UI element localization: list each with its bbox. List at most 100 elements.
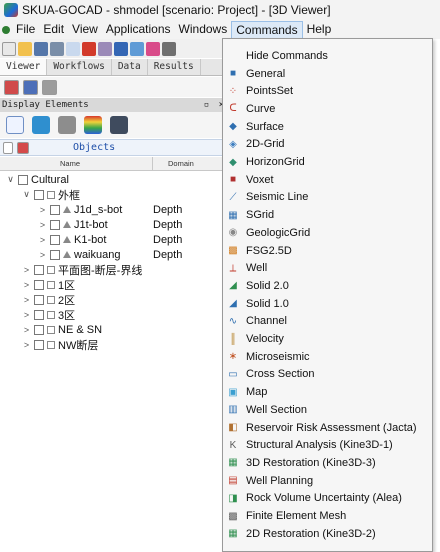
display-icon[interactable]	[4, 79, 19, 95]
wrench-icon[interactable]	[162, 41, 176, 56]
column-name[interactable]: Name	[60, 159, 80, 168]
visibility-checkbox[interactable]	[34, 324, 44, 335]
open-folder-icon[interactable]	[18, 41, 32, 56]
menu-edit[interactable]: Edit	[39, 21, 68, 38]
visibility-checkbox[interactable]	[34, 294, 44, 305]
menu-windows[interactable]: Windows	[175, 21, 232, 38]
tree-row[interactable]: ∨ 外框	[0, 187, 230, 202]
menu-item-well-planning[interactable]: ▤ Well Planning	[223, 472, 432, 490]
menu-commands[interactable]: Commands	[231, 21, 303, 38]
properties-icon[interactable]	[98, 41, 112, 56]
chevron-right-icon[interactable]: >	[22, 325, 31, 335]
dropdown-icon[interactable]	[42, 79, 57, 95]
tab-workflows[interactable]: Workflows	[47, 59, 112, 75]
menu-item-solid-1-0[interactable]: ◢ Solid 1.0	[223, 295, 432, 313]
objects-label[interactable]: Objects	[73, 142, 115, 153]
menu-item-seismic-line[interactable]: ⟋ Seismic Line	[223, 189, 432, 207]
tree-row[interactable]: > 平面图-断层-界线	[0, 262, 230, 277]
layers-icon[interactable]	[23, 79, 38, 95]
objects-view-icon[interactable]	[32, 116, 50, 134]
menu-item-sgrid[interactable]: ▦ SGrid	[223, 206, 432, 224]
new-file-icon[interactable]	[2, 41, 16, 56]
workflow-icon[interactable]	[130, 41, 144, 56]
menu-item-microseismic[interactable]: ∗ Microseismic	[223, 348, 432, 366]
tree-row[interactable]: > K1-bot Depth	[0, 232, 230, 247]
chevron-right-icon[interactable]: >	[22, 280, 31, 290]
chevron-down-icon[interactable]: ∨	[22, 189, 31, 200]
filter-icon[interactable]	[17, 141, 29, 154]
menu-item-2d-grid[interactable]: ◈ 2D-Grid	[223, 136, 432, 154]
save-as-icon[interactable]	[50, 41, 64, 56]
menu-help[interactable]: Help	[303, 21, 336, 38]
visibility-checkbox[interactable]	[34, 189, 44, 200]
menu-view[interactable]: View	[68, 21, 102, 38]
visibility-checkbox[interactable]	[34, 264, 44, 275]
visibility-checkbox[interactable]	[50, 234, 60, 245]
pick-icon[interactable]	[146, 41, 160, 56]
menu-item-surface[interactable]: ◆ Surface	[223, 118, 432, 136]
visibility-checkbox[interactable]	[50, 204, 60, 215]
menu-item-map[interactable]: ▣ Map	[223, 383, 432, 401]
menu-item-finite-element-mesh[interactable]: ▩ Finite Element Mesh	[223, 507, 432, 525]
tree-row[interactable]: >2区	[0, 292, 230, 307]
column-domain[interactable]: Domain	[168, 159, 194, 168]
menu-item-structural-analysis-kine3d-1[interactable]: K Structural Analysis (Kine3D-1)	[223, 436, 432, 454]
chevron-right-icon[interactable]: >	[22, 340, 31, 350]
menu-item-pointsset[interactable]: ⁘ PointsSet	[223, 82, 432, 100]
chevron-down-icon[interactable]: ∨	[6, 174, 15, 185]
chevron-right-icon[interactable]: >	[38, 235, 47, 245]
tree-row[interactable]: > NW断层	[0, 337, 230, 352]
styles-view-icon[interactable]	[58, 116, 76, 134]
visibility-checkbox[interactable]	[34, 309, 44, 320]
menu-item-fsg2-5d[interactable]: ▩ FSG2.5D	[223, 242, 432, 260]
visibility-checkbox[interactable]	[34, 279, 44, 290]
tab-results[interactable]: Results	[148, 59, 201, 75]
menu-applications[interactable]: Applications	[102, 21, 175, 38]
menu-item-geologicgrid[interactable]: ◉ GeologicGrid	[223, 224, 432, 242]
tab-viewer[interactable]: Viewer	[0, 59, 48, 75]
tree-row[interactable]: > J1t-bot Depth	[0, 217, 230, 232]
new-object-icon[interactable]	[3, 141, 13, 154]
chevron-right-icon[interactable]: >	[38, 220, 47, 230]
tab-data[interactable]: Data	[112, 59, 148, 75]
menu-item-velocity[interactable]: ║ Velocity	[223, 330, 432, 348]
chevron-right-icon[interactable]: >	[38, 205, 47, 215]
document-icon[interactable]	[66, 41, 80, 56]
menu-item-voxet[interactable]: ■ Voxet	[223, 171, 432, 189]
menu-item-hide-commands[interactable]: Hide Commands	[223, 47, 432, 65]
menu-item-2d-restoration-kine3d-2[interactable]: ▦ 2D Restoration (Kine3D-2)	[223, 525, 432, 543]
menu-item-cross-section[interactable]: ▭ Cross Section	[223, 366, 432, 384]
chevron-right-icon[interactable]: >	[38, 250, 47, 260]
menu-item-reservoir-risk-assessment-jacta[interactable]: ◧ Reservoir Risk Assessment (Jacta)	[223, 419, 432, 437]
tree-row[interactable]: > NE & SN	[0, 322, 230, 337]
visibility-checkbox[interactable]	[18, 174, 28, 185]
menu-item-channel[interactable]: ∿ Channel	[223, 313, 432, 331]
chevron-right-icon[interactable]: >	[22, 265, 31, 275]
visibility-checkbox[interactable]	[50, 219, 60, 230]
menu-item-general[interactable]: ■ General	[223, 65, 432, 83]
chevron-right-icon[interactable]: >	[22, 295, 31, 305]
camera-icon[interactable]	[110, 116, 128, 134]
chevron-right-icon[interactable]: >	[22, 310, 31, 320]
save-icon[interactable]	[34, 41, 48, 56]
tree-row[interactable]: ∨ Cultural	[0, 172, 230, 187]
menu-item-well-section[interactable]: ▥ Well Section	[223, 401, 432, 419]
menu-item-curve[interactable]: ᑕ Curve	[223, 100, 432, 118]
visibility-checkbox[interactable]	[50, 249, 60, 260]
menu-file[interactable]: File	[12, 21, 39, 38]
menu-item-horizongrid[interactable]: ◆ HorizonGrid	[223, 153, 432, 171]
applications-icon[interactable]	[114, 41, 128, 56]
tree-row[interactable]: > J1d_s-bot Depth	[0, 202, 230, 217]
menu-item-solid-2-0[interactable]: ◢ Solid 2.0	[223, 277, 432, 295]
grid-view-icon[interactable]	[6, 116, 24, 134]
menu-item-well[interactable]: ⟂ Well	[223, 259, 432, 277]
colormap-icon[interactable]	[84, 116, 102, 134]
delete-icon[interactable]	[82, 41, 96, 56]
menu-item-3d-restoration-kine3d-3[interactable]: ▦ 3D Restoration (Kine3D-3)	[223, 454, 432, 472]
menu-item-rock-volume-uncertainty-alea[interactable]: ◨ Rock Volume Uncertainty (Alea)	[223, 490, 432, 508]
tree-row[interactable]: >1区	[0, 277, 230, 292]
column-separator[interactable]	[152, 157, 153, 171]
tree-row[interactable]: > waikuang Depth	[0, 247, 230, 262]
tree-row[interactable]: >3区	[0, 307, 230, 322]
visibility-checkbox[interactable]	[34, 339, 44, 350]
